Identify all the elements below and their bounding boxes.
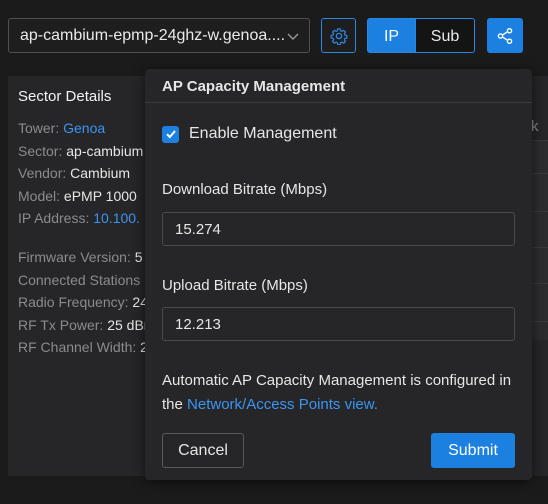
ip-sub-toggle: IP Sub (367, 18, 475, 53)
sector-row-tower: Tower: Genoa (18, 120, 106, 136)
download-bitrate-label: Download Bitrate (Mbps) (162, 181, 328, 198)
gear-icon (330, 27, 347, 45)
sector-radio-list: Firmware Version: 5 Connected Stations R… (18, 246, 158, 359)
sector-row-tx-power: RF Tx Power: 25 dBm (18, 316, 156, 333)
chevron-down-icon (287, 33, 299, 40)
modal-title: AP Capacity Management (145, 69, 532, 103)
enable-management-checkbox[interactable] (162, 125, 179, 143)
submit-button[interactable]: Submit (431, 433, 515, 468)
sub-toggle-button[interactable]: Sub (416, 18, 475, 53)
enable-management-row[interactable]: Enable Management (162, 125, 337, 143)
capacity-note: Automatic AP Capacity Management is conf… (162, 369, 522, 417)
upload-bitrate-input[interactable] (162, 307, 515, 341)
sector-row-ip: IP Address: 10.100. (18, 210, 140, 227)
upload-bitrate-label: Upload Bitrate (Mbps) (162, 277, 308, 294)
sector-row-vendor: Vendor: Cambium (18, 165, 131, 182)
checkmark-icon (165, 130, 176, 139)
sector-row-stations: Connected Stations (18, 271, 141, 288)
right-panel-partial-text: k (531, 118, 539, 135)
sector-row-model: Model: ePMP 1000 (18, 187, 137, 204)
sector-row-channel-width: RF Channel Width: 2 (18, 339, 148, 356)
sector-row-frequency: Radio Frequency: 24 (18, 294, 148, 311)
share-button[interactable] (487, 18, 523, 53)
enable-management-label: Enable Management (189, 125, 337, 142)
tower-link[interactable]: Genoa (63, 120, 105, 136)
network-access-points-link[interactable]: Network/Access Points view. (187, 396, 378, 413)
share-icon (497, 27, 513, 44)
right-table-strip (531, 140, 548, 340)
sector-row-firmware: Firmware Version: 5 (18, 249, 143, 265)
ap-capacity-modal: AP Capacity Management Enable Management… (145, 69, 532, 480)
ip-toggle-button[interactable]: IP (367, 18, 416, 53)
cancel-button[interactable]: Cancel (162, 433, 244, 468)
ap-select-value: ap-cambium-epmp-24ghz-w.genoa.... (20, 27, 286, 44)
sector-details-title: Sector Details (18, 88, 112, 105)
ip-address-link[interactable]: 10.100. (93, 210, 140, 226)
sector-row-sector: Sector: ap-cambium (18, 142, 144, 159)
download-bitrate-input[interactable] (162, 212, 515, 246)
settings-button[interactable] (321, 18, 356, 53)
top-toolbar: ap-cambium-epmp-24ghz-w.genoa.... IP Sub (0, 0, 548, 68)
ap-select-dropdown[interactable]: ap-cambium-epmp-24ghz-w.genoa.... (8, 18, 310, 53)
sector-details-list: Tower: Genoa Sector: ap-cambium Vendor: … (18, 117, 158, 230)
